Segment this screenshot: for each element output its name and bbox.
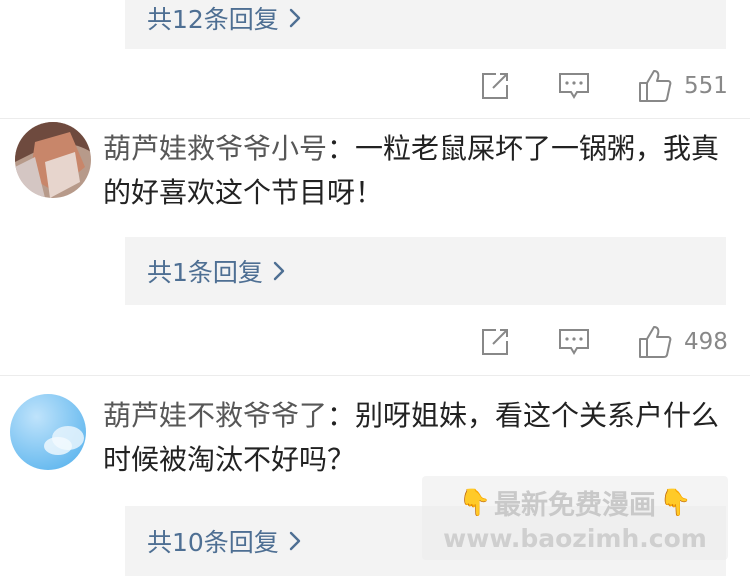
divider <box>0 375 750 376</box>
view-replies-link[interactable]: 共1条回复 <box>147 253 285 289</box>
username[interactable]: 葫芦娃不救爷爷了 <box>103 399 327 432</box>
avatar[interactable] <box>15 122 91 198</box>
like-button[interactable]: 498 <box>638 325 728 359</box>
like-count: 498 <box>684 329 728 355</box>
watermark-line1: 最新免费漫画 <box>494 490 656 521</box>
chevron-right-icon <box>273 261 285 281</box>
reply-link-label: 共12条回复 <box>147 4 279 34</box>
comment-text: 葫芦娃不救爷爷了：别呀姐妹，看这个关系户什么时候被淘汰不好吗？ <box>103 394 733 482</box>
username[interactable]: 葫芦娃救爷爷小号 <box>103 132 327 165</box>
separator: ： <box>327 399 356 432</box>
view-replies-link[interactable]: 共10条回复 <box>147 523 301 559</box>
chevron-right-icon <box>289 8 301 27</box>
chevron-right-icon <box>289 531 301 551</box>
reply-link-label: 共1条回复 <box>147 258 263 287</box>
like-button[interactable]: 551 <box>638 69 728 103</box>
thumbs-up-icon <box>639 70 672 102</box>
comment-icon <box>559 73 589 99</box>
reply-box: 共12条回复 <box>125 0 726 49</box>
avatar[interactable] <box>10 394 86 470</box>
reply-link-label: 共10条回复 <box>147 528 279 557</box>
edit-icon <box>482 329 508 355</box>
watermark: 👇 最新免费漫画 👇 www.baozimh.com <box>422 476 728 560</box>
view-replies-link[interactable]: 共12条回复 <box>147 0 301 36</box>
like-count: 551 <box>684 73 728 99</box>
action-bar: 551 <box>470 66 732 106</box>
comment-text: 葫芦娃救爷爷小号：一粒老鼠屎坏了一锅粥，我真的好喜欢这个节目呀！ <box>103 127 733 215</box>
edit-icon <box>482 73 508 99</box>
thumbs-up-icon <box>639 326 672 358</box>
action-bar: 498 <box>470 322 732 362</box>
pointing-down-icon: 👇 <box>659 487 692 518</box>
edit-button[interactable] <box>480 71 510 101</box>
watermark-title: 👇 最新免费漫画 👇 <box>456 483 695 522</box>
comment-icon <box>559 329 589 355</box>
comment-button[interactable] <box>558 327 590 357</box>
comment-button[interactable] <box>558 71 590 101</box>
divider <box>0 118 750 119</box>
pointing-down-icon: 👇 <box>458 487 491 518</box>
separator: ： <box>327 132 356 165</box>
edit-button[interactable] <box>480 327 510 357</box>
reply-box: 共1条回复 <box>125 237 726 305</box>
watermark-url: www.baozimh.com <box>443 524 707 553</box>
